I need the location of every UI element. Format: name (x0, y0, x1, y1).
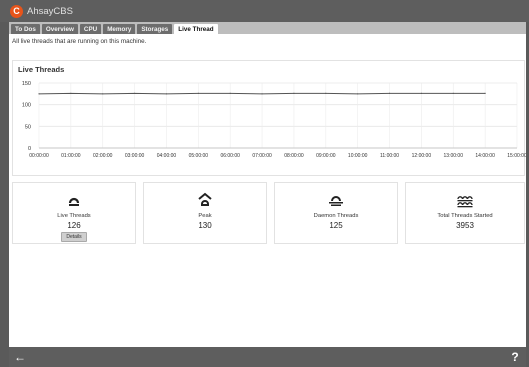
data-point (484, 92, 486, 94)
title-bar: C AhsayCBS (0, 0, 529, 22)
stat-label: Peak (198, 213, 212, 219)
data-point (420, 92, 422, 94)
x-tick-label: 05:00:00 (189, 153, 209, 159)
data-point (229, 92, 231, 94)
x-tick-label: 02:00:00 (93, 153, 113, 159)
stat-value: 126 (67, 221, 81, 230)
x-tick-label: 12:00:00 (412, 153, 432, 159)
tab-to-dos[interactable]: To Dos (11, 24, 40, 34)
x-tick-label: 01:00:00 (61, 153, 81, 159)
live-threads-icon (68, 197, 80, 206)
x-tick-label: 15:00:00 (507, 153, 526, 159)
y-tick-label: 50 (25, 124, 31, 130)
live-threads-chart: 0 50 100 150 00:00:00 01:00:00 02:00:00 03:00:0… (22, 81, 526, 159)
data-point (70, 92, 72, 94)
stat-value: 125 (329, 221, 343, 230)
stat-card-daemon-threads: Daemon Threads 125 (274, 182, 398, 244)
details-button[interactable]: Details (61, 232, 87, 242)
x-tick-label: 13:00:00 (444, 153, 464, 159)
y-tick-label: 0 (28, 146, 31, 152)
tab-bar: To Dos Overview CPU Memory Storages Live… (9, 22, 526, 34)
x-tick-label: 06:00:00 (220, 153, 240, 159)
x-tick-label: 07:00:00 (252, 153, 272, 159)
tab-live-thread[interactable]: Live Thread (174, 24, 218, 34)
tab-cpu[interactable]: CPU (79, 24, 102, 34)
x-tick-label: 10:00:00 (348, 153, 368, 159)
stats-row: Live Threads 126 Details Peak 130 Daemon… (12, 182, 525, 244)
app-title: AhsayCBS (27, 5, 73, 17)
x-tick-label: 11:00:00 (380, 153, 399, 159)
data-point (197, 92, 199, 94)
x-tick-label: 03:00:00 (125, 153, 145, 159)
page-description: All live threads that are running on thi… (12, 38, 147, 45)
stat-card-live-threads: Live Threads 126 Details (12, 182, 136, 244)
stat-label: Total Threads Started (437, 213, 493, 219)
tab-overview[interactable]: Overview (41, 24, 78, 34)
daemon-threads-icon (329, 196, 343, 206)
help-icon[interactable]: ? (508, 350, 522, 364)
x-tick-label: 09:00:00 (316, 153, 336, 159)
stat-label: Live Threads (57, 213, 91, 219)
stat-card-peak: Peak 130 (143, 182, 267, 244)
stat-value: 130 (198, 221, 212, 230)
live-threads-chart-panel: Live Threads 0 50 100 150 00:00:00 01:00:00 02… (12, 60, 526, 176)
total-threads-icon (457, 196, 473, 208)
data-point (452, 92, 454, 94)
x-tick-label: 14:00:00 (475, 153, 495, 159)
peak-icon (198, 192, 212, 206)
data-point (325, 92, 327, 94)
tab-memory[interactable]: Memory (103, 24, 136, 34)
y-tick-label: 100 (22, 103, 31, 109)
x-tick-label: 00:00:00 (29, 153, 49, 159)
stat-label: Daemon Threads (313, 213, 359, 219)
stat-card-total-threads: Total Threads Started 3953 (405, 182, 525, 244)
x-tick-label: 08:00:00 (284, 153, 304, 159)
data-point (165, 93, 168, 95)
tab-storages[interactable]: Storages (137, 24, 173, 34)
stat-value: 3953 (456, 221, 474, 230)
bottom-bar: ← ? (9, 347, 526, 367)
app-logo-icon: C (10, 4, 23, 18)
data-point (388, 92, 391, 94)
data-point (293, 92, 295, 94)
y-tick-label: 150 (22, 81, 31, 87)
back-arrow-icon[interactable]: ← (13, 350, 27, 364)
data-point (261, 93, 263, 95)
data-point (357, 93, 359, 95)
x-tick-label: 04:00:00 (157, 153, 177, 159)
data-point (102, 93, 104, 95)
data-point (134, 92, 136, 94)
data-point (38, 93, 40, 95)
